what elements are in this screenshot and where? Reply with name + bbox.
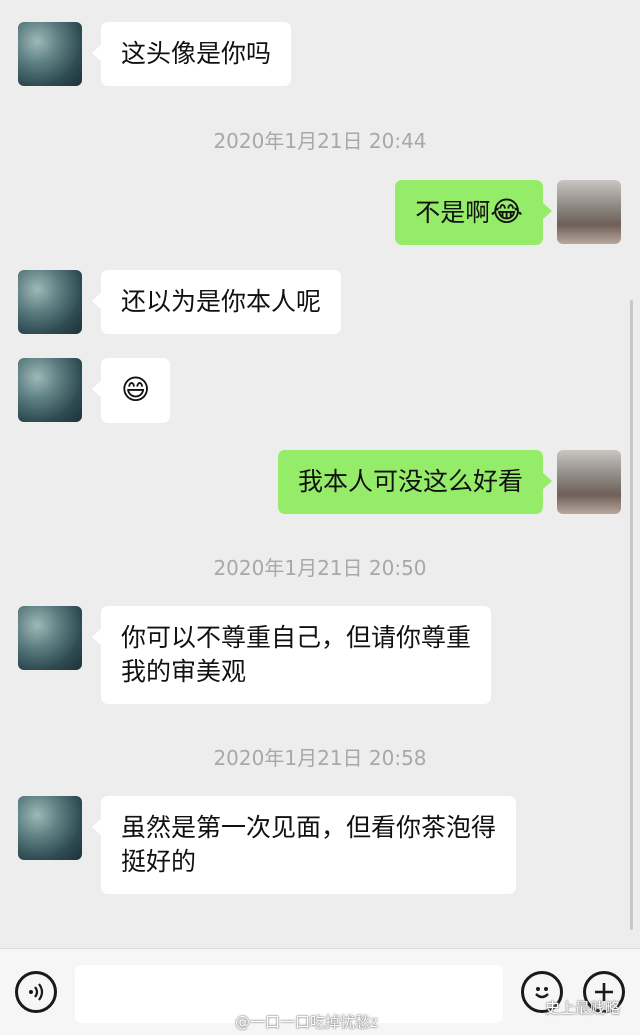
contact-avatar[interactable]: [18, 606, 82, 670]
received-message[interactable]: 😄: [91, 358, 171, 423]
message-text: 我本人可没这么好看: [297, 467, 523, 496]
contact-avatar[interactable]: [18, 796, 82, 860]
timestamp: 2020年1月21日 20:44: [213, 129, 427, 153]
laughing-tears-emoji-icon: 😂: [490, 195, 523, 228]
weibo-watermark: @一口一口吃掉忧愁z: [235, 1013, 378, 1031]
received-message[interactable]: 还以为是你本人呢: [91, 270, 342, 334]
scrollbar[interactable]: [630, 300, 633, 930]
message-text-line: 虽然是第一次见面，但看你茶泡得: [121, 813, 497, 842]
wechat-watermark: 史上最贱略: [545, 999, 621, 1017]
contact-avatar[interactable]: [18, 22, 82, 86]
timestamp: 2020年1月21日 20:50: [213, 556, 427, 580]
my-avatar[interactable]: [557, 450, 621, 514]
message-text: 不是啊: [415, 198, 491, 227]
message-text: 还以为是你本人呢: [121, 287, 322, 316]
chat-area[interactable]: 这头像是你吗 2020年1月21日 20:44 不是啊😂 还以为是你本人呢 😄 …: [0, 0, 640, 948]
received-message[interactable]: 你可以不尊重自己，但请你尊重 我的审美观: [91, 606, 492, 704]
contact-avatar[interactable]: [18, 358, 82, 422]
sent-message[interactable]: 我本人可没这么好看: [277, 450, 553, 514]
input-toolbar: @一口一口吃掉忧愁z 史上最贱略: [0, 948, 640, 1035]
timestamp: 2020年1月21日 20:58: [213, 746, 427, 770]
contact-avatar[interactable]: [18, 270, 82, 334]
my-avatar[interactable]: [557, 180, 621, 244]
voice-button[interactable]: [15, 971, 57, 1013]
received-message[interactable]: 虽然是第一次见面，但看你茶泡得 挺好的: [91, 796, 517, 894]
message-text-line: 你可以不尊重自己，但请你尊重: [121, 623, 472, 652]
message-text: 这头像是你吗: [121, 39, 272, 68]
received-message[interactable]: 这头像是你吗: [91, 22, 292, 86]
voice-icon: [29, 983, 44, 1001]
grinning-emoji-icon: 😄: [121, 373, 151, 406]
sent-message[interactable]: 不是啊😂: [395, 180, 552, 245]
message-text-line: 我的审美观: [121, 657, 247, 686]
message-text-line: 挺好的: [121, 847, 197, 876]
